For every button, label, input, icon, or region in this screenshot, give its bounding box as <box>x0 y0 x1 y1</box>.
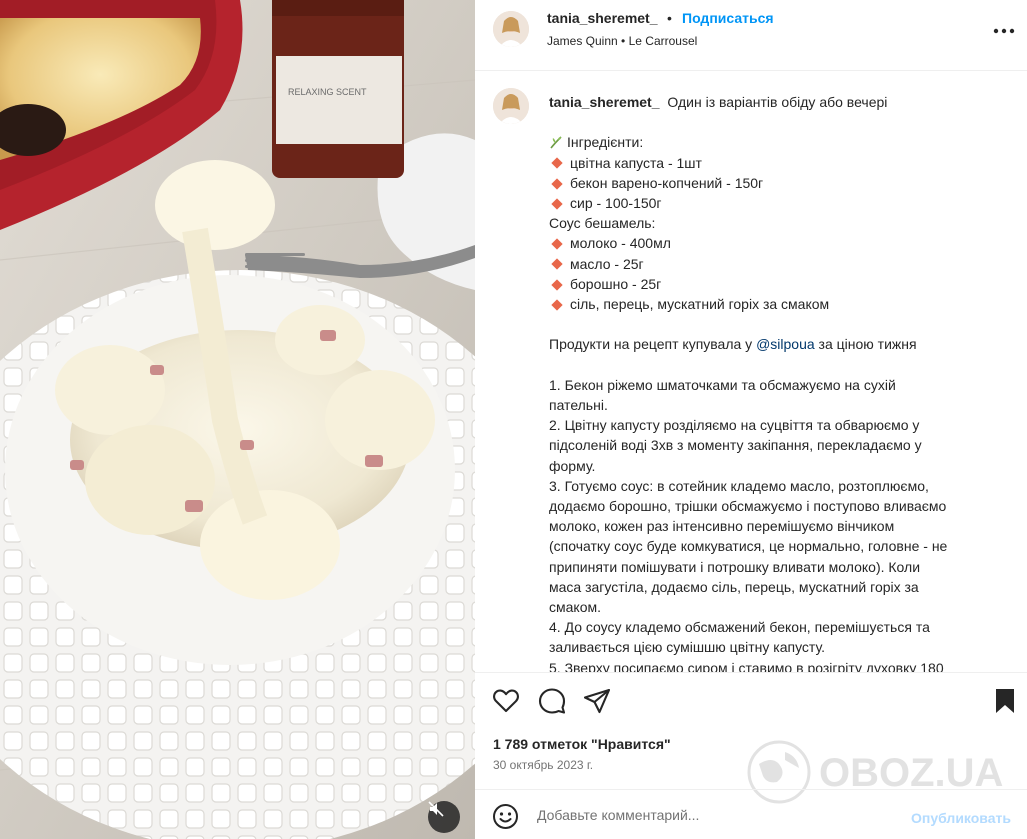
recipe-step-line: 1. Бекон ріжемо шматочками та обсмажуємо… <box>549 376 896 393</box>
caption-section: tania_sheremet_ Один із варіантів обіду … <box>475 72 1027 672</box>
recipe-step-line: пательні. <box>549 397 608 413</box>
caption-author-avatar[interactable] <box>493 88 529 124</box>
recipe-step-line: припиняти помішувати і потрошку вливати … <box>549 558 921 575</box>
recipe-step-line: форму. <box>549 457 596 474</box>
recipe-step-line: заливається цією сумішшю цвітну капусту. <box>549 639 825 656</box>
post-photo[interactable]: RELAXING SCENT <box>0 0 475 839</box>
bullet-diamond-icon <box>551 278 563 291</box>
comment-button[interactable] <box>537 686 567 716</box>
sauce-item: масло - 25г <box>570 255 644 272</box>
sauce-item: молоко - 400мл <box>570 235 671 252</box>
ingredients-title: Інгредієнти: <box>567 134 644 151</box>
shop-mention-link[interactable]: @silpoua <box>756 336 815 352</box>
recipe-step-line: 4. До соусу кладемо обсмажений бекон, пе… <box>549 619 930 636</box>
bullet-diamond-icon <box>551 177 563 190</box>
sauce-item: сіль, перець, мускатний горіх за смаком <box>570 296 830 313</box>
ingredient-item: цвітна капуста - 1шт <box>570 154 702 171</box>
mute-button[interactable] <box>428 801 460 833</box>
author-username[interactable]: tania_sheremet_ <box>547 10 658 26</box>
ingredient-item: бекон варено-копчений - 150г <box>570 174 764 191</box>
audio-attribution[interactable]: James Quinn • Le Carrousel <box>547 34 697 48</box>
recipe-step-line: 3. Готуємо соус: в сотейник кладемо масл… <box>549 477 929 494</box>
bookmark-icon <box>996 689 1014 713</box>
bullet-diamond-icon <box>551 258 563 271</box>
shop-text-prefix: Продукти на рецепт купувала у <box>549 336 757 353</box>
comment-icon <box>538 688 566 714</box>
recipe-step-line: додаємо борошно, трішки обсмажуємо і пос… <box>549 498 947 515</box>
bullet-diamond-icon <box>551 238 563 250</box>
bullet-diamond-icon <box>551 299 563 311</box>
sauce-item: борошно - 25г <box>570 275 662 292</box>
author-avatar[interactable] <box>493 11 529 47</box>
shop-text-suffix: за ціною тижня <box>814 336 917 353</box>
ingredient-item: сир - 100-150г <box>570 195 662 211</box>
sprout-icon <box>550 136 562 149</box>
recipe-step-line: 5. Зверху посипаємо сиром і ставимо в ро… <box>549 659 944 672</box>
comment-input[interactable] <box>537 799 897 831</box>
emoji-button[interactable] <box>492 803 519 830</box>
audio-artist: James Quinn <box>547 34 618 48</box>
bullet-diamond-icon <box>551 198 563 210</box>
emoji-icon <box>493 804 518 829</box>
comment-bar: Опубликовать <box>475 789 1027 839</box>
bullet-diamond-icon <box>551 157 563 170</box>
header-separator: • <box>667 10 672 26</box>
recipe-step-line: смаком. <box>549 599 601 616</box>
avatar-image <box>493 88 529 124</box>
post-actions <box>475 672 1027 732</box>
follow-button[interactable]: Подписаться <box>682 10 774 26</box>
recipe-step-line: підсоленій воді 3хв з моменту закіпання,… <box>549 437 922 454</box>
post-details-panel: tania_sheremet_ • Подписаться James Quin… <box>475 0 1027 839</box>
like-button[interactable] <box>491 686 521 716</box>
more-options-button[interactable] <box>991 18 1017 44</box>
audio-separator: • <box>621 34 626 48</box>
publish-button[interactable]: Опубликовать <box>911 810 1011 826</box>
recipe-step-line: молоко, кожен раз інтенсивно перемішуємо… <box>549 518 895 535</box>
caption-text: tania_sheremet_ Один із варіантів обіду … <box>549 92 1009 672</box>
post-header: tania_sheremet_ • Подписаться James Quin… <box>475 0 1027 71</box>
recipe-step-line: 2. Цвітну капусту розділяємо на суцвіття… <box>549 417 920 434</box>
jar-label: RELAXING SCENT <box>288 87 367 97</box>
caption-intro: Один із варіантів обіду або вечері <box>667 94 888 110</box>
share-icon <box>583 688 611 714</box>
recipe-step-line: (спочатку соус буде комкуватися, це норм… <box>549 538 948 555</box>
avatar-image <box>493 11 529 47</box>
more-options-icon <box>993 28 1015 34</box>
post-date[interactable]: 30 октябрь 2023 г. <box>493 758 593 772</box>
likes-count[interactable]: 1 789 отметок "Нравится" <box>493 736 671 752</box>
food-photo-illustration: RELAXING SCENT <box>0 0 475 839</box>
sauce-title: Соус бешамель: <box>549 215 656 232</box>
share-button[interactable] <box>582 686 612 716</box>
mute-icon <box>428 801 444 817</box>
recipe-step-line: маса загустіла, додаємо сіль, перець, му… <box>549 578 919 595</box>
heart-icon <box>493 689 519 713</box>
audio-title: Le Carrousel <box>628 34 698 48</box>
save-button[interactable] <box>991 686 1021 716</box>
caption-username[interactable]: tania_sheremet_ <box>549 94 660 110</box>
